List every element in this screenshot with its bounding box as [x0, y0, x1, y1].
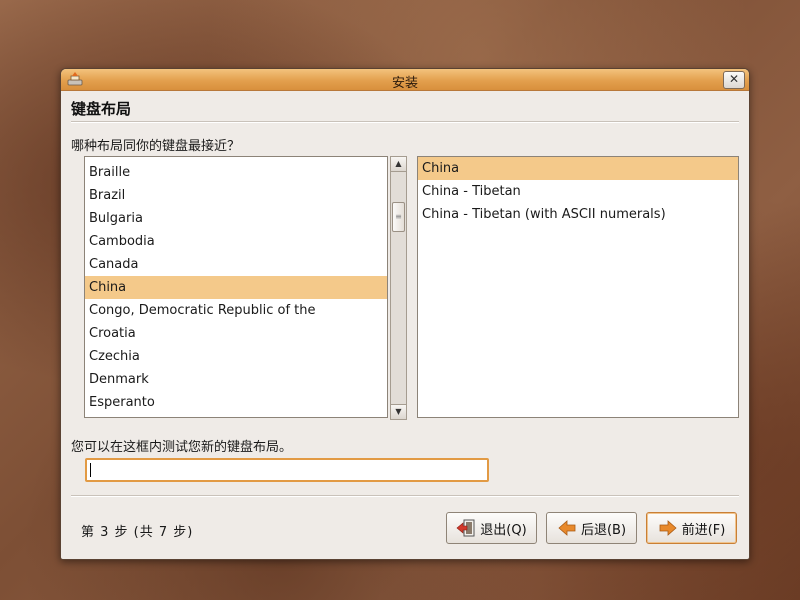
variant-list-item[interactable]: China - Tibetan (with ASCII numerals): [418, 203, 738, 226]
forward-button[interactable]: 前进(F): [646, 512, 737, 544]
quit-icon: [456, 519, 475, 537]
divider: [71, 121, 739, 123]
back-label: 后退(B): [580, 522, 627, 538]
layout-list-item[interactable]: Bulgaria: [85, 207, 387, 230]
installer-window: 安装 ✕ 键盘布局 哪种布局同你的键盘最接近？ Braille Brazil Bul…: [60, 68, 750, 560]
quit-label: 退出(Q): [480, 522, 527, 538]
forward-label: 前进(F): [681, 522, 726, 538]
layout-list-item[interactable]: Brazil: [85, 184, 387, 207]
layout-list-item[interactable]: China: [85, 276, 387, 299]
variant-list-item[interactable]: China: [418, 157, 738, 180]
layout-list-item[interactable]: Esperanto: [85, 391, 387, 414]
step-indicator: 第 3 步 (共 7 步): [81, 525, 194, 540]
scroll-up-icon[interactable]: ▲: [391, 157, 406, 172]
text-caret: [90, 463, 91, 477]
keyboard-test-input[interactable]: [85, 458, 489, 482]
layout-list-item[interactable]: Braille: [85, 161, 387, 184]
variant-list[interactable]: China China - Tibetan China - Tibetan (wit…: [417, 156, 739, 418]
layout-list[interactable]: Braille Brazil Bulgaria Cambodia Canada China…: [84, 156, 388, 418]
variant-list-item[interactable]: China - Tibetan: [418, 180, 738, 203]
window-title: 安装: [391, 76, 418, 91]
back-button[interactable]: 后退(B): [546, 512, 637, 544]
close-button[interactable]: ✕: [723, 71, 745, 89]
layout-list-item[interactable]: Croatia: [85, 322, 387, 345]
test-prompt: 您可以在这框内测试您新的键盘布局。: [71, 440, 293, 455]
layout-list-item[interactable]: Congo, Democratic Republic of the: [85, 299, 387, 322]
title-bar[interactable]: 安装 ✕: [61, 69, 749, 91]
scroll-thumb[interactable]: ≡: [392, 202, 405, 232]
close-icon: ✕: [728, 72, 740, 86]
layout-question: 哪种布局同你的键盘最接近？: [71, 139, 241, 154]
page-title: 键盘布局: [71, 100, 132, 118]
scroll-down-icon[interactable]: ▼: [391, 404, 406, 419]
divider: [71, 495, 739, 497]
quit-button[interactable]: 退出(Q): [446, 512, 537, 544]
layout-list-item[interactable]: Cambodia: [85, 230, 387, 253]
layout-list-item[interactable]: Denmark: [85, 368, 387, 391]
layout-list-item[interactable]: Czechia: [85, 345, 387, 368]
arrow-right-icon: [659, 520, 677, 536]
arrow-left-icon: [558, 520, 576, 536]
layout-list-scrollbar[interactable]: ▲ ≡ ▼: [390, 156, 407, 420]
layout-list-item[interactable]: Canada: [85, 253, 387, 276]
